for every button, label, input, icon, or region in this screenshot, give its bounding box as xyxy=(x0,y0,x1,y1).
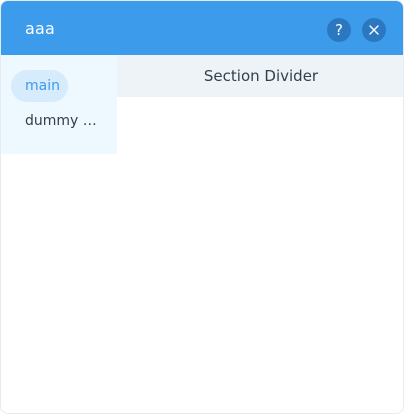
main-content xyxy=(117,97,403,413)
panel-title: aaa xyxy=(25,18,56,38)
sidebar-item-main[interactable]: main xyxy=(11,70,68,102)
sidebar-item-label: main xyxy=(25,78,60,94)
panel-header: aaa ? xyxy=(1,1,403,55)
sidebar-item-dummy[interactable]: dummy t... xyxy=(11,105,111,137)
section-divider-header: Section Divider xyxy=(117,55,403,97)
settings-panel: aaa ? main dummy t... Section Divider xyxy=(0,0,404,414)
sidebar: main dummy t... xyxy=(1,55,117,154)
close-icon xyxy=(369,25,379,35)
sidebar-item-label: dummy t... xyxy=(25,113,97,129)
section-title: Section Divider xyxy=(203,67,319,85)
help-button[interactable]: ? xyxy=(327,18,351,42)
help-icon: ? xyxy=(335,20,343,39)
close-button[interactable] xyxy=(362,18,386,42)
